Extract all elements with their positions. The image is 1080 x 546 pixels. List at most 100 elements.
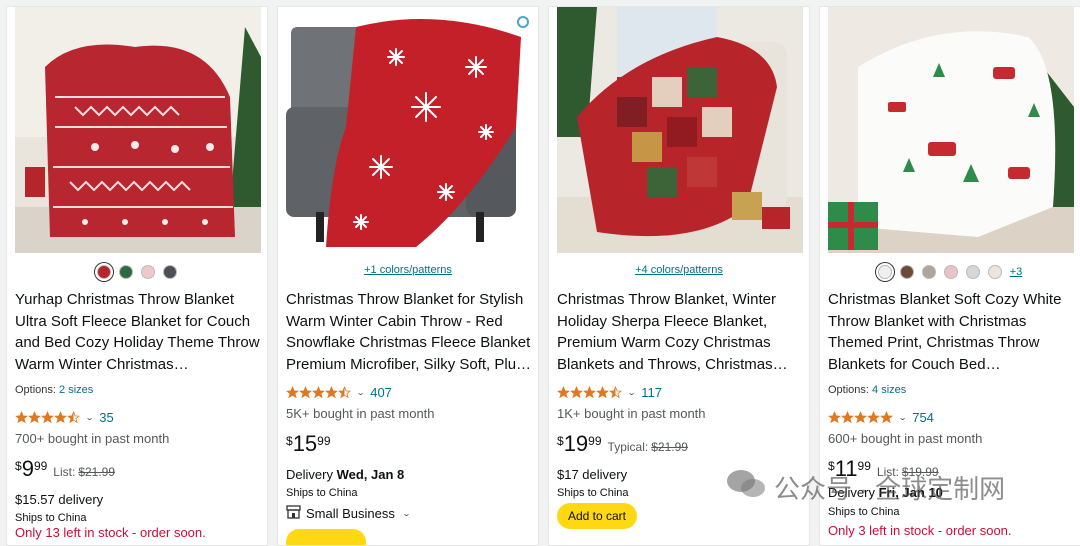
bought-count: 700+ bought in past month bbox=[15, 431, 170, 446]
bought-count: 600+ bought in past month bbox=[828, 431, 983, 446]
color-swatch[interactable] bbox=[987, 265, 1002, 279]
delivery-label: Delivery bbox=[286, 467, 333, 482]
star-icon bbox=[854, 411, 867, 424]
list-price: $21.99 bbox=[78, 465, 116, 479]
options-link[interactable]: 2 sizes bbox=[59, 384, 93, 396]
color-swatch[interactable] bbox=[877, 265, 892, 279]
add-to-cart-button[interactable] bbox=[286, 529, 366, 545]
color-swatch[interactable] bbox=[965, 265, 980, 279]
price-fraction: 99 bbox=[588, 434, 602, 448]
price-symbol: $ bbox=[15, 459, 22, 473]
small-business-label: Small Business bbox=[306, 506, 395, 521]
star-icon bbox=[67, 411, 80, 424]
chevron-down-icon[interactable]: ⌄ bbox=[356, 388, 365, 397]
product-image[interactable] bbox=[828, 7, 1074, 253]
star-icon bbox=[28, 411, 41, 424]
product-title[interactable]: Christmas Blanket Soft Cozy White Throw … bbox=[828, 289, 1074, 375]
color-swatch[interactable] bbox=[97, 265, 111, 279]
stock-warning: Only 3 left in stock - order soon. bbox=[828, 523, 1012, 538]
product-title[interactable]: Yurhap Christmas Throw Blanket Ultra Sof… bbox=[15, 289, 261, 375]
options-row: Options: 4 sizes bbox=[828, 384, 906, 396]
star-icon bbox=[41, 411, 54, 424]
product-grid: Yurhap Christmas Throw Blanket Ultra Sof… bbox=[6, 6, 1080, 546]
color-swatch[interactable] bbox=[921, 265, 936, 279]
ships-to: Ships to China bbox=[828, 506, 900, 518]
delivery-row: Delivery Wed, Jan 8 bbox=[286, 467, 404, 482]
more-swatches-link[interactable]: +3 bbox=[1010, 266, 1023, 278]
product-card[interactable]: +1 colors/patterns Christmas Throw Blank… bbox=[277, 6, 539, 546]
star-icon bbox=[841, 411, 854, 424]
small-business-badge[interactable]: Small Business ⌄ bbox=[286, 505, 413, 522]
star-icon bbox=[867, 411, 880, 424]
star-icon bbox=[325, 386, 338, 399]
rating-row[interactable]: ⌄ 407 bbox=[286, 385, 392, 400]
rating-count[interactable]: 117 bbox=[641, 385, 662, 400]
delivery-date: Wed, Jan 8 bbox=[336, 467, 405, 482]
delivery-text: $17 delivery bbox=[557, 467, 628, 482]
bought-count: 1K+ bought in past month bbox=[557, 406, 706, 421]
typical-price: $21.99 bbox=[651, 440, 688, 454]
star-icon bbox=[557, 386, 570, 399]
price-whole: 9 bbox=[21, 456, 34, 481]
chevron-down-icon[interactable]: ⌄ bbox=[627, 388, 636, 397]
list-price-label: List: bbox=[53, 465, 76, 479]
product-image[interactable] bbox=[286, 7, 532, 253]
price[interactable]: $ 15 99 bbox=[286, 432, 337, 456]
rating-count[interactable]: 35 bbox=[99, 410, 113, 425]
star-icon bbox=[299, 386, 312, 399]
star-rating bbox=[828, 411, 893, 424]
star-icon bbox=[583, 386, 596, 399]
product-title[interactable]: Christmas Throw Blanket for Stylish Warm… bbox=[286, 289, 532, 375]
rating-row[interactable]: ⌄ 117 bbox=[557, 385, 662, 400]
color-swatch[interactable] bbox=[141, 265, 155, 279]
watermark-text: 公众号 · 全球定制网 bbox=[774, 474, 1006, 504]
rating-row[interactable]: ⌄ 754 bbox=[828, 410, 934, 425]
price[interactable]: $ 9 99 List: $21.99 bbox=[15, 457, 115, 481]
star-icon bbox=[880, 411, 893, 424]
rating-count[interactable]: 754 bbox=[912, 410, 934, 425]
star-icon bbox=[570, 386, 583, 399]
wechat-icon bbox=[726, 468, 766, 507]
options-label: Options: bbox=[828, 384, 869, 396]
stock-warning: Only 13 left in stock - order soon. bbox=[15, 525, 206, 540]
color-swatch[interactable] bbox=[119, 265, 133, 279]
ships-to: Ships to China bbox=[286, 487, 358, 499]
color-swatch[interactable] bbox=[943, 265, 958, 279]
chevron-down-icon[interactable]: ⌄ bbox=[85, 413, 94, 422]
star-rating bbox=[15, 411, 80, 424]
colors-patterns-link[interactable]: +1 colors/patterns bbox=[278, 264, 538, 276]
product-card[interactable]: +4 colors/patterns Christmas Throw Blank… bbox=[548, 6, 810, 546]
star-icon bbox=[15, 411, 28, 424]
color-swatches: +3 bbox=[820, 263, 1080, 281]
chevron-down-icon[interactable]: ⌄ bbox=[898, 413, 907, 422]
star-rating bbox=[557, 386, 622, 399]
star-icon bbox=[338, 386, 351, 399]
typical-price-label: Typical: bbox=[607, 440, 649, 454]
product-image[interactable] bbox=[15, 7, 261, 253]
colors-patterns-link[interactable]: +4 colors/patterns bbox=[549, 264, 809, 276]
options-link[interactable]: 4 sizes bbox=[872, 384, 906, 396]
price[interactable]: $ 19 99 Typical: $21.99 bbox=[557, 432, 688, 456]
store-icon bbox=[286, 505, 301, 522]
rating-count[interactable]: 407 bbox=[370, 385, 392, 400]
star-icon bbox=[828, 411, 841, 424]
wechat-watermark: 公众号 · 全球定制网 bbox=[726, 468, 1005, 507]
color-swatch[interactable] bbox=[899, 265, 914, 279]
color-swatches bbox=[7, 263, 267, 281]
star-icon bbox=[596, 386, 609, 399]
color-swatch[interactable] bbox=[163, 265, 177, 279]
product-card[interactable]: +3 Christmas Blanket Soft Cozy White Thr… bbox=[819, 6, 1080, 546]
bought-count: 5K+ bought in past month bbox=[286, 406, 435, 421]
chevron-down-icon[interactable]: ⌄ bbox=[402, 509, 411, 518]
product-image[interactable] bbox=[557, 7, 803, 253]
star-rating bbox=[286, 386, 351, 399]
product-title[interactable]: Christmas Throw Blanket, Winter Holiday … bbox=[557, 289, 803, 375]
options-row: Options: 2 sizes bbox=[15, 384, 93, 396]
price-symbol: $ bbox=[286, 434, 293, 448]
options-label: Options: bbox=[15, 384, 56, 396]
product-card[interactable]: Yurhap Christmas Throw Blanket Ultra Sof… bbox=[6, 6, 268, 546]
add-to-cart-button[interactable]: Add to cart bbox=[557, 503, 637, 529]
star-icon bbox=[609, 386, 622, 399]
delivery-text: $15.57 delivery bbox=[15, 492, 104, 507]
rating-row[interactable]: ⌄ 35 bbox=[15, 410, 114, 425]
